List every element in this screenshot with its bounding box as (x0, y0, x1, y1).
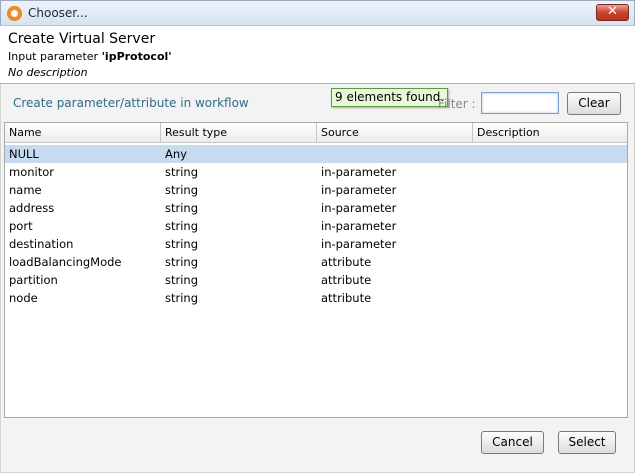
cell-source: attribute (321, 291, 372, 305)
cell-result-type: string (165, 165, 199, 179)
cell-source: in-parameter (321, 201, 397, 215)
param-description: No description (8, 66, 88, 79)
column-header-result-type[interactable]: Result type (161, 123, 317, 143)
table-row[interactable]: NULL Any (5, 145, 627, 163)
cell-name: NULL (9, 147, 39, 161)
cell-name: address (9, 201, 55, 215)
cell-description (473, 163, 627, 181)
cell-description (473, 181, 627, 199)
cell-description (473, 145, 627, 163)
cell-description (473, 271, 627, 289)
dialog-heading: Create Virtual Server (8, 31, 156, 47)
create-parameter-link[interactable]: Create parameter/attribute in workflow (13, 96, 249, 110)
close-icon: ✕ (607, 4, 618, 19)
table-header: Name Result type Source Description (5, 123, 627, 143)
cell-source: attribute (321, 255, 372, 269)
cell-result-type: string (165, 183, 199, 197)
cell-name: destination (9, 237, 74, 251)
filter-input[interactable] (481, 92, 559, 114)
window-title: Chooser... (28, 6, 88, 20)
results-table: Name Result type Source Description NULL… (4, 122, 628, 418)
select-button[interactable]: Select (558, 431, 616, 454)
cell-result-type: string (165, 273, 199, 287)
input-parameter-line: Input parameter 'ipProtocol' (8, 50, 172, 63)
cell-name: node (9, 291, 38, 305)
filter-label: Filter : (438, 97, 476, 111)
cell-source: attribute (321, 273, 372, 287)
table-row[interactable]: name string in-parameter (5, 181, 627, 199)
table-row[interactable]: destination string in-parameter (5, 235, 627, 253)
cell-result-type: string (165, 237, 199, 251)
cancel-button[interactable]: Cancel (481, 431, 544, 454)
cell-source: in-parameter (321, 219, 397, 233)
app-icon (7, 6, 22, 21)
cell-source: in-parameter (321, 183, 397, 197)
table-row[interactable]: port string in-parameter (5, 217, 627, 235)
param-name: 'ipProtocol' (101, 50, 172, 63)
cell-name: loadBalancingMode (9, 255, 122, 269)
cell-description (473, 253, 627, 271)
cell-description (473, 199, 627, 217)
column-header-name[interactable]: Name (5, 123, 161, 143)
title-bar: Chooser... ✕ (0, 0, 635, 26)
cell-name: name (9, 183, 42, 197)
cell-description (473, 289, 627, 307)
cell-result-type: string (165, 201, 199, 215)
table-row[interactable]: monitor string in-parameter (5, 163, 627, 181)
close-button[interactable]: ✕ (596, 4, 629, 21)
cell-description (473, 235, 627, 253)
cell-name: port (9, 219, 33, 233)
cell-description (473, 217, 627, 235)
table-row[interactable]: partition string attribute (5, 271, 627, 289)
cell-result-type: Any (165, 147, 187, 161)
cell-source: in-parameter (321, 237, 397, 251)
table-body: NULL Any monitor string in-parameter nam… (5, 145, 627, 307)
cell-result-type: string (165, 219, 199, 233)
table-row[interactable]: address string in-parameter (5, 199, 627, 217)
cell-source: in-parameter (321, 165, 397, 179)
cell-result-type: string (165, 255, 199, 269)
table-row[interactable]: node string attribute (5, 289, 627, 307)
elements-found-tooltip: 9 elements found. (331, 88, 449, 107)
table-row[interactable]: loadBalancingMode string attribute (5, 253, 627, 271)
column-header-description[interactable]: Description (473, 123, 627, 143)
cell-name: monitor (9, 165, 54, 179)
cell-result-type: string (165, 291, 199, 305)
column-header-source[interactable]: Source (317, 123, 473, 143)
cell-source (317, 145, 473, 163)
header-block: Create Virtual Server Input parameter 'i… (0, 26, 635, 83)
cell-name: partition (9, 273, 58, 287)
param-prefix: Input parameter (8, 50, 99, 63)
clear-button[interactable]: Clear (567, 92, 621, 115)
